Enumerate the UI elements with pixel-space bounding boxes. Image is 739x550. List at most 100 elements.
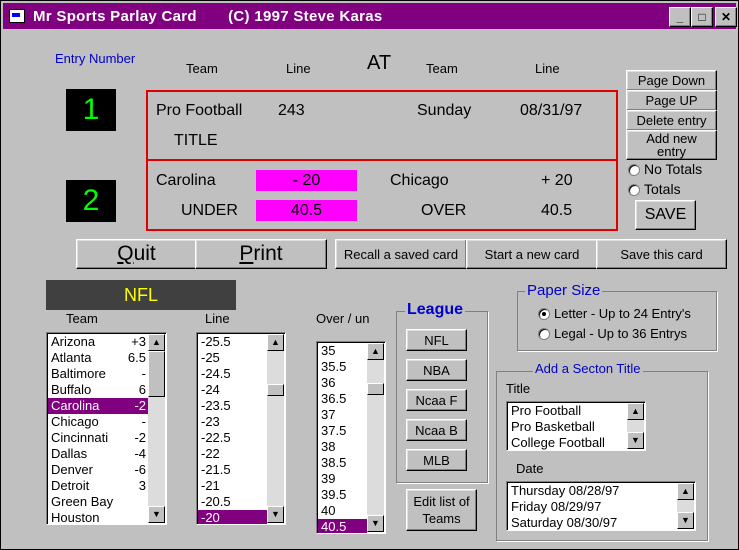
scroll-up-arrow-icon[interactable]: ▲ [367, 343, 384, 360]
list-item-value: 6.5 [127, 350, 146, 365]
team-scrollbar[interactable]: ▲ ▼ [148, 334, 165, 523]
title-bar[interactable]: Mr Sports Parlay Card (C) 1997 Steve Kar… [3, 3, 737, 29]
list-item[interactable]: 37.5 [318, 423, 367, 439]
paper-size-group [517, 291, 717, 351]
overun-scrollbar[interactable]: ▲ ▼ [367, 343, 384, 532]
entry-2-under-value[interactable]: 40.5 [256, 200, 357, 221]
paper-legal-label: Legal - Up to 36 Entrys [554, 326, 687, 341]
no-totals-radio[interactable] [628, 164, 640, 176]
scroll-up-arrow-icon[interactable]: ▲ [267, 334, 284, 351]
list-item[interactable]: 40.5 [318, 519, 367, 533]
list-item[interactable]: Detroit 3 [48, 478, 148, 494]
scroll-down-arrow-icon[interactable]: ▼ [677, 512, 694, 529]
list-item[interactable]: -22 [198, 446, 267, 462]
list-item[interactable]: Pro Football [508, 403, 627, 419]
paper-letter-radio[interactable] [538, 308, 550, 320]
recall-saved-card-button[interactable]: Recall a saved card [335, 239, 467, 269]
league-mlb-button[interactable]: MLB [406, 449, 467, 471]
scroll-down-arrow-icon[interactable]: ▼ [267, 506, 284, 523]
list-item[interactable]: -21 [198, 478, 267, 494]
list-item-value: 3 [138, 478, 146, 493]
save-button[interactable]: SAVE [635, 200, 696, 230]
league-nfl-button[interactable]: NFL [406, 329, 467, 351]
app-icon[interactable] [9, 9, 25, 23]
list-item[interactable]: 38.5 [318, 455, 367, 471]
league-ncaaf-button[interactable]: Ncaa F [406, 389, 467, 411]
list-item[interactable]: College Football [508, 435, 627, 450]
league-nba-button[interactable]: NBA [406, 359, 467, 381]
list-item[interactable]: Thursday 08/28/97 [508, 483, 677, 499]
add-new-entry-button[interactable]: Add new entry [626, 130, 717, 160]
minimize-button[interactable]: _ [669, 7, 691, 27]
scroll-up-arrow-icon[interactable]: ▲ [148, 334, 165, 351]
list-item[interactable]: -20.5 [198, 494, 267, 510]
scroll-thumb[interactable] [148, 351, 165, 397]
list-item[interactable]: Denver -6 [48, 462, 148, 478]
list-item[interactable]: 36 [318, 375, 367, 391]
save-this-card-button[interactable]: Save this card [596, 239, 727, 269]
entry-2-box[interactable] [146, 159, 618, 231]
list-item[interactable]: Houston [48, 510, 148, 524]
edit-teams-button[interactable]: Edit list of Teams [406, 489, 477, 531]
line-listbox[interactable]: -25.5 -25 -24.5 -24 -23.5 -23 -22.5 -22 -21.5 -21… [196, 332, 286, 525]
list-item-name: Baltimore [51, 366, 106, 381]
paper-legal-radio[interactable] [538, 328, 550, 340]
maximize-button[interactable]: □ [691, 7, 713, 27]
list-item[interactable]: Green Bay [48, 494, 148, 510]
list-item[interactable]: -21.5 [198, 462, 267, 478]
scroll-thumb[interactable] [267, 384, 284, 396]
scroll-down-arrow-icon[interactable]: ▼ [367, 515, 384, 532]
list-item[interactable]: Arizona +3 [48, 334, 148, 350]
page-down-button[interactable]: Page Down [626, 70, 717, 91]
list-item[interactable]: 40 [318, 503, 367, 519]
start-new-card-button[interactable]: Start a new card [466, 239, 598, 269]
list-item[interactable]: Saturday 08/30/97 [508, 515, 677, 530]
scroll-down-arrow-icon[interactable]: ▼ [148, 506, 165, 523]
team-listbox[interactable]: Arizona +3 Atlanta 6.5 Baltimore - Buffalo 6 Car… [46, 332, 167, 525]
list-item[interactable]: Friday 08/29/97 [508, 499, 677, 515]
list-item[interactable]: 37 [318, 407, 367, 423]
delete-entry-button[interactable]: Delete entry [626, 110, 717, 131]
list-item[interactable]: Baltimore - [48, 366, 148, 382]
list-item[interactable]: -24.5 [198, 366, 267, 382]
list-item[interactable]: -25.5 [198, 334, 267, 350]
list-item[interactable]: Buffalo 6 [48, 382, 148, 398]
list-item[interactable]: -20 [198, 510, 267, 524]
list-item[interactable]: Chicago - [48, 414, 148, 430]
list-item[interactable]: 35.5 [318, 359, 367, 375]
list-item[interactable]: -24 [198, 382, 267, 398]
totals-radio[interactable] [628, 184, 640, 196]
list-item[interactable]: 39.5 [318, 487, 367, 503]
list-item[interactable]: 36.5 [318, 391, 367, 407]
entry-1-box[interactable] [146, 90, 618, 161]
league-ncaab-button[interactable]: Ncaa B [406, 419, 467, 441]
list-item-name: Arizona [51, 334, 96, 349]
list-item[interactable]: -23 [198, 414, 267, 430]
close-button[interactable]: ✕ [715, 7, 737, 27]
quit-button[interactable]: Quit [76, 239, 197, 269]
title-scrollbar[interactable]: ▲ ▼ [627, 403, 644, 449]
list-item[interactable]: 35 [318, 343, 367, 359]
list-item[interactable]: 39 [318, 471, 367, 487]
entry-2-line1[interactable]: - 20 [256, 170, 357, 191]
page-up-button[interactable]: Page UP [626, 90, 717, 111]
date-scrollbar[interactable]: ▲ ▼ [677, 483, 694, 529]
date-listbox[interactable]: Thursday 08/28/97 Friday 08/29/97 Saturday… [506, 481, 696, 531]
title-listbox[interactable]: Pro Football Pro Basketball College Footba… [506, 401, 646, 451]
list-item[interactable]: Dallas -4 [48, 446, 148, 462]
print-button[interactable]: Print [195, 239, 327, 269]
scroll-up-arrow-icon[interactable]: ▲ [677, 483, 694, 500]
list-item[interactable]: Pro Basketball [508, 419, 627, 435]
line-scrollbar[interactable]: ▲ ▼ [267, 334, 284, 523]
scroll-up-arrow-icon[interactable]: ▲ [627, 403, 644, 420]
list-item[interactable]: Atlanta 6.5 [48, 350, 148, 366]
list-item[interactable]: -23.5 [198, 398, 267, 414]
list-item[interactable]: 38 [318, 439, 367, 455]
list-item[interactable]: Cincinnati -2 [48, 430, 148, 446]
list-item[interactable]: Carolina -2 [48, 398, 148, 414]
scroll-down-arrow-icon[interactable]: ▼ [627, 432, 644, 449]
list-item[interactable]: -22.5 [198, 430, 267, 446]
list-item[interactable]: -25 [198, 350, 267, 366]
scroll-thumb[interactable] [367, 383, 384, 395]
overun-listbox[interactable]: 35 35.5 36 36.5 37 37.5 38 38.5 39 39.5 40 40.5 ▲ ▼ [316, 341, 386, 534]
